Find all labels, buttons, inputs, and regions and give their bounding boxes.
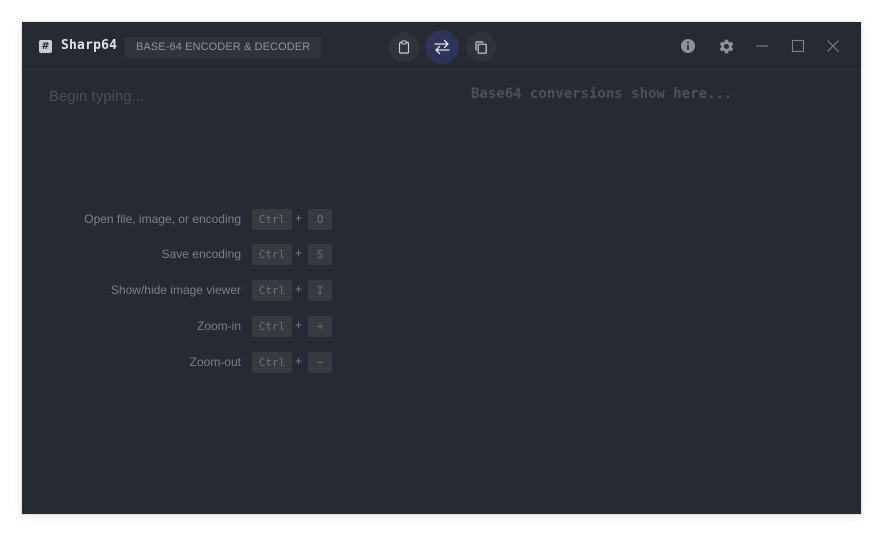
app-subtitle-badge: BASE-64 ENCODER & DECODER <box>125 37 322 58</box>
key-ctrl: Ctrl <box>252 316 292 337</box>
minimize-icon <box>756 45 768 47</box>
plus-sign: + <box>295 318 303 332</box>
close-icon <box>827 40 839 52</box>
clipboard-icon <box>398 40 410 54</box>
shortcut-row-open: Open file, image, or encoding Ctrl + O <box>22 209 362 231</box>
shortcut-row-image-viewer: Show/hide image viewer Ctrl + I <box>22 280 362 302</box>
minimize-button[interactable] <box>752 36 772 56</box>
shortcut-label: Show/hide image viewer <box>110 283 241 297</box>
swap-arrows-icon <box>434 39 450 55</box>
key-i: I <box>308 280 332 301</box>
key-ctrl: Ctrl <box>252 209 292 230</box>
swap-button[interactable] <box>425 30 459 64</box>
key-plus: + <box>308 316 332 337</box>
app-title: Sharp64 <box>61 38 118 53</box>
input-placeholder[interactable]: Begin typing... <box>49 88 144 105</box>
info-button[interactable] <box>678 36 698 56</box>
key-ctrl: Ctrl <box>252 352 292 373</box>
key-ctrl: Ctrl <box>252 280 292 301</box>
close-button[interactable] <box>823 36 843 56</box>
shortcut-label: Zoom-in <box>196 319 241 333</box>
shortcut-label: Save encoding <box>161 247 241 261</box>
key-ctrl: Ctrl <box>252 244 292 265</box>
shortcut-row-zoom-in: Zoom-in Ctrl + + <box>22 316 362 338</box>
maximize-icon <box>791 39 805 53</box>
shortcut-label: Open file, image, or encoding <box>84 212 241 226</box>
shortcut-label: Zoom-out <box>189 355 241 369</box>
shortcut-row-zoom-out: Zoom-out Ctrl + − <box>22 352 362 374</box>
plus-sign: + <box>295 354 303 368</box>
maximize-button[interactable] <box>788 36 808 56</box>
copy-icon <box>475 41 487 54</box>
key-minus: − <box>308 352 332 373</box>
paste-button[interactable] <box>389 32 419 62</box>
copy-button[interactable] <box>466 32 496 62</box>
settings-button[interactable] <box>716 36 736 56</box>
info-icon <box>681 39 695 53</box>
key-o: O <box>308 209 332 230</box>
output-placeholder: Base64 conversions show here... <box>471 86 733 102</box>
title-bar[interactable]: # Sharp64 BASE-64 ENCODER & DECODER <box>22 22 861 70</box>
plus-sign: + <box>295 282 303 296</box>
plus-sign: + <box>295 246 303 260</box>
key-s: S <box>308 244 332 265</box>
plus-sign: + <box>295 211 303 225</box>
shortcut-row-save: Save encoding Ctrl + S <box>22 244 362 266</box>
app-window: # Sharp64 BASE-64 ENCODER & DECODER Begi… <box>22 22 861 514</box>
gear-icon <box>719 39 733 53</box>
output-pane[interactable]: Base64 conversions show here... <box>443 71 861 514</box>
hash-icon: # <box>39 40 52 53</box>
input-pane[interactable]: Begin typing... Open file, image, or enc… <box>22 71 442 514</box>
